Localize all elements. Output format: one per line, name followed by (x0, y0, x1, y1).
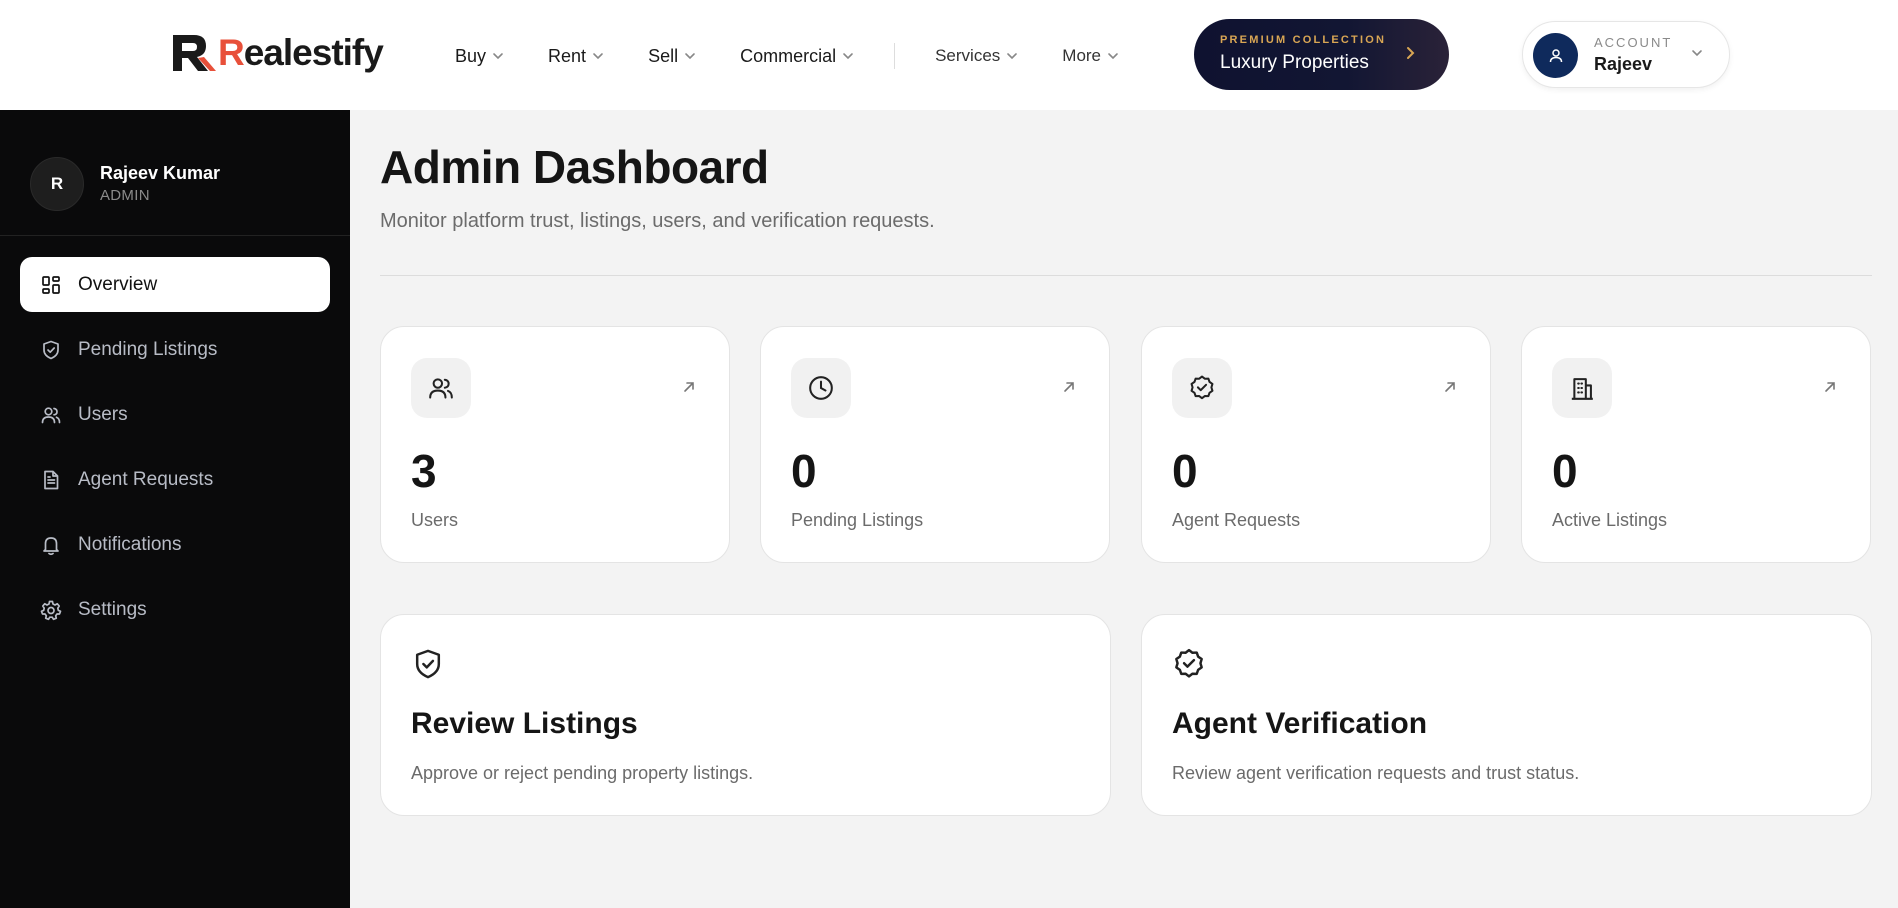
nav-services[interactable]: Services (935, 46, 1018, 66)
sidebar: R Rajeev Kumar ADMIN Overview Pending Li… (0, 110, 350, 908)
nav-label: Rent (548, 45, 587, 66)
brand-name: Realestify (218, 32, 384, 73)
sidebar-item-notifications[interactable]: Notifications (20, 517, 330, 572)
card-description: Approve or reject pending property listi… (411, 763, 754, 783)
sidebar-item-label: Users (78, 403, 128, 425)
nav-sell[interactable]: Sell (648, 46, 696, 67)
stat-value: 0 (1172, 445, 1198, 497)
avatar: R (30, 157, 84, 211)
bell-icon (43, 536, 59, 555)
agent-verification-card[interactable]: Agent Verification Review agent verifica… (1141, 614, 1872, 816)
chevron-down-icon (1007, 53, 1018, 60)
premium-eyebrow: PREMIUM COLLECTION (1220, 34, 1387, 46)
stat-card-users[interactable]: 3 Users (380, 326, 730, 563)
sidebar-item-settings[interactable]: Settings (20, 582, 330, 637)
stat-label: Active Listings (1552, 510, 1668, 530)
stat-icon-box (1172, 358, 1232, 418)
account-menu[interactable]: ACCOUNT Rajeev (1522, 21, 1730, 88)
chevron-down-icon (1108, 53, 1118, 60)
stat-value: 0 (791, 445, 817, 497)
stat-card-active-listings[interactable]: 0 Active Listings (1521, 326, 1871, 563)
profile-role: ADMIN (100, 187, 150, 204)
users-icon (41, 406, 61, 423)
top-navbar: Realestify Buy Rent Sell Commercial Serv… (0, 0, 1898, 110)
nav-label: Sell (648, 45, 679, 66)
sidebar-item-label: Pending Listings (78, 338, 218, 360)
shield-check-icon (415, 649, 441, 679)
nav-divider (894, 43, 896, 69)
stat-icon-box (1552, 358, 1612, 418)
shield-check-icon (43, 340, 59, 359)
divider (380, 275, 1872, 276)
arrow-up-right-icon (1445, 382, 1455, 392)
review-listings-card[interactable]: Review Listings Approve or reject pendin… (380, 614, 1111, 816)
stat-label: Users (411, 510, 459, 530)
stat-value: 0 (1552, 445, 1578, 497)
premium-collection-button[interactable]: PREMIUM COLLECTION Luxury Properties (1194, 19, 1449, 90)
nav-more[interactable]: More (1062, 46, 1119, 66)
grid-icon (42, 275, 60, 294)
sidebar-menu: Overview Pending Listings Users Agent Re… (20, 257, 330, 647)
stat-card-agent-requests[interactable]: 0 Agent Requests (1141, 326, 1491, 563)
badge-check-icon (1190, 375, 1214, 400)
stat-icon-box (791, 358, 851, 418)
sidebar-profile: R Rajeev Kumar ADMIN (0, 110, 350, 236)
stat-icon-box (411, 358, 471, 418)
card-description: Review agent verification requests and t… (1172, 763, 1580, 783)
account-name: Rajeev (1594, 54, 1653, 74)
logo-mark-icon (173, 35, 216, 71)
sidebar-item-label: Overview (78, 273, 158, 295)
page-title: Admin Dashboard (380, 141, 769, 193)
chevron-down-icon (843, 53, 853, 60)
file-text-icon (44, 470, 59, 489)
page-subtitle: Monitor platform trust, listings, users,… (380, 210, 935, 232)
chevron-down-icon (493, 53, 503, 60)
account-label: ACCOUNT (1594, 35, 1673, 50)
main-nav: Buy Rent Sell Commercial Services More (455, 42, 1163, 70)
chevron-down-icon (685, 53, 695, 60)
chevron-down-icon (593, 53, 603, 60)
sidebar-item-users[interactable]: Users (20, 387, 330, 442)
stat-card-pending-listings[interactable]: 0 Pending Listings (760, 326, 1110, 563)
gear-icon (40, 600, 62, 620)
stat-label: Pending Listings (791, 510, 924, 530)
arrow-up-right-icon (684, 382, 694, 392)
sidebar-item-label: Notifications (78, 533, 182, 555)
card-title: Agent Verification (1172, 707, 1428, 740)
chevron-right-icon (1407, 47, 1415, 59)
nav-label: Services (935, 46, 1001, 65)
nav-rent[interactable]: Rent (548, 46, 604, 67)
building-icon (1571, 378, 1593, 400)
nav-label: More (1062, 46, 1102, 65)
users-icon (429, 378, 453, 399)
arrow-up-right-icon (1064, 382, 1074, 392)
nav-label: Commercial (740, 45, 837, 66)
nav-commercial[interactable]: Commercial (740, 46, 854, 67)
nav-label: Buy (455, 45, 487, 66)
clock-icon (809, 376, 833, 400)
sidebar-item-pending-listings[interactable]: Pending Listings (20, 322, 330, 377)
profile-name: Rajeev Kumar (100, 163, 221, 183)
stat-label: Agent Requests (1172, 510, 1301, 530)
sidebar-item-label: Agent Requests (78, 468, 214, 490)
nav-buy[interactable]: Buy (455, 46, 504, 67)
badge-check-icon (1175, 648, 1203, 678)
avatar (1533, 33, 1578, 78)
arrow-up-right-icon (1825, 382, 1835, 392)
brand-logo[interactable]: Realestify (170, 31, 384, 75)
premium-title: Luxury Properties (1220, 52, 1369, 73)
card-title: Review Listings (411, 707, 638, 740)
sidebar-item-agent-requests[interactable]: Agent Requests (20, 452, 330, 507)
sidebar-item-overview[interactable]: Overview (20, 257, 330, 312)
user-icon (1549, 48, 1562, 62)
chevron-down-icon (1692, 50, 1702, 57)
stat-value: 3 (411, 445, 437, 497)
sidebar-item-label: Settings (78, 598, 147, 620)
